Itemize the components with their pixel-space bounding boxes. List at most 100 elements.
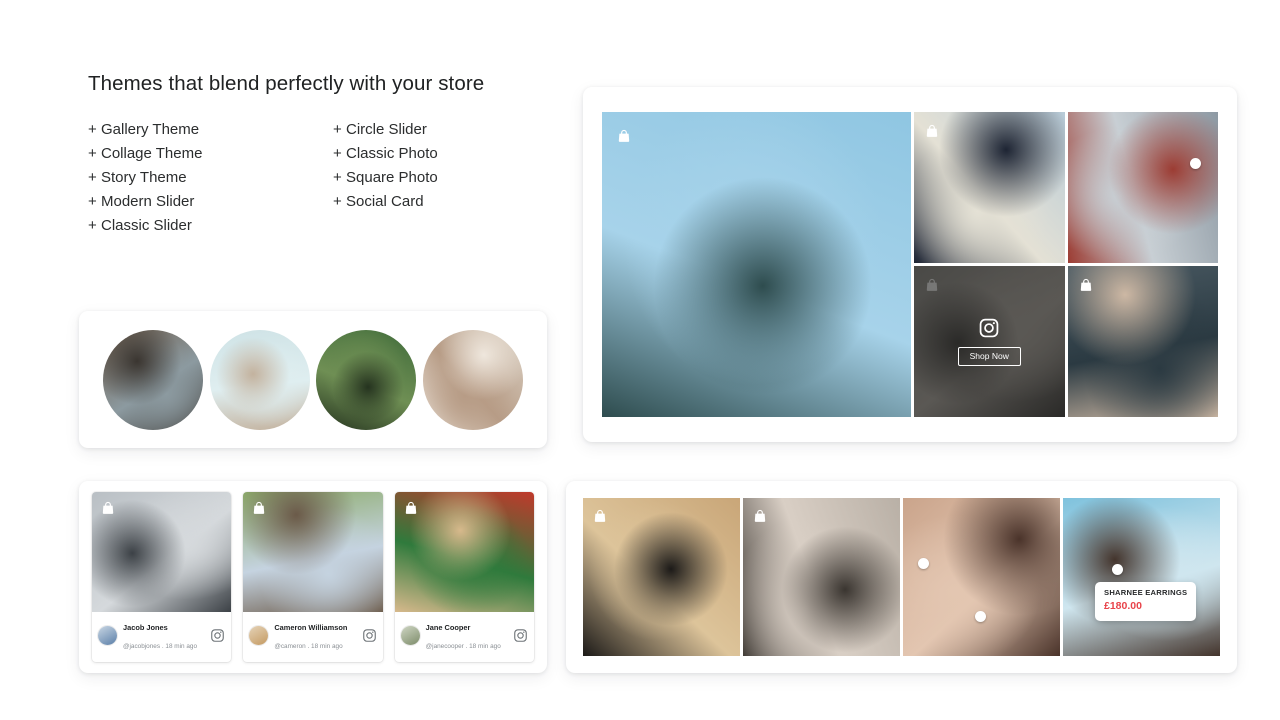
social-card-footer: Cameron Williamson @cameron . 18 min ago	[243, 612, 382, 659]
collage-item[interactable]	[914, 112, 1065, 263]
collage-grid: Shop Now	[602, 112, 1218, 417]
social-card-separator: .	[161, 643, 164, 650]
bullet-plus: +	[88, 169, 97, 186]
social-card-time: 18 min ago	[469, 643, 501, 650]
social-card-name: Jacob Jones	[123, 623, 168, 632]
square-photo-item[interactable]	[903, 498, 1060, 656]
product-hotspot-dot[interactable]	[918, 558, 929, 569]
bullet-plus: +	[88, 217, 97, 234]
circle-slider-item[interactable]	[316, 329, 417, 430]
social-card-name: Cameron Williamson	[274, 623, 348, 632]
theme-item: + Classic Slider	[88, 214, 333, 238]
circle-slider-panel	[79, 311, 547, 448]
social-card-image[interactable]	[92, 492, 232, 612]
theme-item: + Collage Theme	[88, 142, 333, 166]
product-tag-name: SHARNEE EARRINGS	[1104, 588, 1188, 597]
intro-block: Themes that blend perfectly with your st…	[88, 70, 558, 238]
shopping-bag-icon	[101, 501, 115, 515]
theme-item-label: Square Photo	[346, 169, 438, 186]
social-card-separator: .	[465, 643, 468, 650]
instagram-icon[interactable]	[362, 628, 377, 643]
bullet-plus: +	[88, 193, 97, 210]
social-card-name: Jane Cooper	[425, 623, 471, 632]
theme-item: + Gallery Theme	[88, 118, 333, 142]
social-card[interactable]: Cameron Williamson @cameron . 18 min ago	[243, 492, 383, 662]
product-hotspot-dot[interactable]	[975, 611, 986, 622]
social-card-footer: Jacob Jones @jacobjones . 18 min ago	[92, 612, 231, 659]
social-card-list: Jacob Jones @jacobjones . 18 min ago Cam…	[79, 481, 547, 673]
circle-slider-item[interactable]	[209, 329, 310, 430]
page-title: Themes that blend perfectly with your st…	[88, 72, 485, 95]
theme-item: + Social Card	[333, 190, 543, 214]
shopping-bag-icon	[1079, 278, 1093, 292]
theme-item-label: Modern Slider	[101, 193, 195, 210]
theme-item-label: Collage Theme	[101, 145, 203, 162]
collage-item[interactable]	[602, 112, 911, 417]
avatar	[98, 625, 117, 645]
theme-item-label: Classic Slider	[101, 217, 192, 234]
social-card-handle: @janecooper	[425, 643, 464, 650]
bullet-plus: +	[333, 169, 342, 186]
collage-item[interactable]	[1067, 112, 1218, 263]
social-card-time: 18 min ago	[311, 643, 343, 650]
theme-item-label: Classic Photo	[346, 145, 438, 162]
bullet-plus: +	[333, 145, 342, 162]
theme-item: + Classic Photo	[333, 142, 543, 166]
shopping-bag-icon	[925, 124, 939, 138]
instagram-icon[interactable]	[513, 628, 528, 643]
product-hotspot-dot[interactable]	[1112, 564, 1123, 575]
social-card-meta: Jacob Jones @jacobjones . 18 min ago	[123, 617, 204, 653]
social-card-footer: Jane Cooper @janecooper . 18 min ago	[395, 612, 534, 659]
shop-now-overlay[interactable]: Shop Now	[914, 266, 1065, 417]
social-card-panel: Jacob Jones @jacobjones . 18 min ago Cam…	[79, 481, 547, 673]
theme-column-left: + Gallery Theme + Collage Theme + Story The…	[88, 118, 333, 238]
shopping-bag-icon	[252, 501, 266, 515]
square-photo-grid: SHARNEE EARRINGS £180.00	[566, 481, 1237, 673]
social-card-meta: Jane Cooper @janecooper . 18 min ago	[426, 617, 507, 653]
social-card-separator: .	[307, 643, 310, 650]
circle-slider-item[interactable]	[422, 329, 523, 430]
avatar	[249, 625, 269, 645]
social-card-meta: Cameron Williamson @cameron . 18 min ago	[274, 617, 355, 653]
product-hotspot-dot[interactable]	[1190, 158, 1201, 169]
social-card-handle-time: @cameron . 18 min ago	[274, 643, 342, 650]
shop-now-button[interactable]: Shop Now	[957, 347, 1021, 366]
social-card-handle: @cameron	[274, 643, 306, 650]
square-photo-image	[903, 498, 1060, 656]
instagram-icon	[978, 317, 1000, 339]
product-tag-price: £180.00	[1104, 600, 1142, 612]
square-photo-item[interactable]	[583, 498, 740, 656]
theme-item: + Story Theme	[88, 166, 333, 190]
social-card-time: 18 min ago	[165, 643, 198, 650]
theme-column-right: + Circle Slider + Classic Photo + Square Ph…	[333, 118, 543, 238]
circle-slider-track[interactable]	[79, 311, 547, 448]
instagram-icon[interactable]	[210, 628, 225, 643]
social-card-handle-time: @jacobjones . 18 min ago	[123, 643, 197, 650]
collage-item[interactable]	[1067, 266, 1218, 417]
bullet-plus: +	[88, 145, 97, 162]
page-root: Themes that blend perfectly with your st…	[0, 0, 1280, 720]
square-photo-panel: SHARNEE EARRINGS £180.00	[566, 481, 1237, 673]
social-card-handle-time: @janecooper . 18 min ago	[426, 643, 501, 650]
bullet-plus: +	[333, 121, 342, 138]
square-photo-item[interactable]	[743, 498, 900, 656]
social-card[interactable]: Jane Cooper @janecooper . 18 min ago	[394, 492, 534, 662]
collage-item[interactable]: Shop Now	[914, 266, 1065, 417]
bullet-plus: +	[88, 121, 97, 138]
avatar	[400, 625, 420, 645]
theme-item-label: Circle Slider	[346, 121, 427, 138]
social-card-image[interactable]	[394, 492, 534, 612]
theme-list: + Gallery Theme + Collage Theme + Story The…	[88, 118, 558, 238]
product-tag[interactable]: SHARNEE EARRINGS £180.00	[1095, 582, 1197, 621]
social-card-image[interactable]	[243, 492, 383, 612]
social-card[interactable]: Jacob Jones @jacobjones . 18 min ago	[92, 492, 232, 662]
circle-slider-item[interactable]	[103, 329, 203, 430]
square-photo-image	[1063, 498, 1220, 656]
square-photo-item[interactable]: SHARNEE EARRINGS £180.00	[1063, 498, 1220, 656]
shopping-bag-icon	[593, 509, 607, 523]
theme-item: + Circle Slider	[333, 118, 543, 142]
bullet-plus: +	[333, 193, 342, 210]
theme-item: + Square Photo	[333, 166, 543, 190]
shopping-bag-icon	[404, 501, 418, 515]
shopping-bag-icon	[617, 129, 631, 143]
